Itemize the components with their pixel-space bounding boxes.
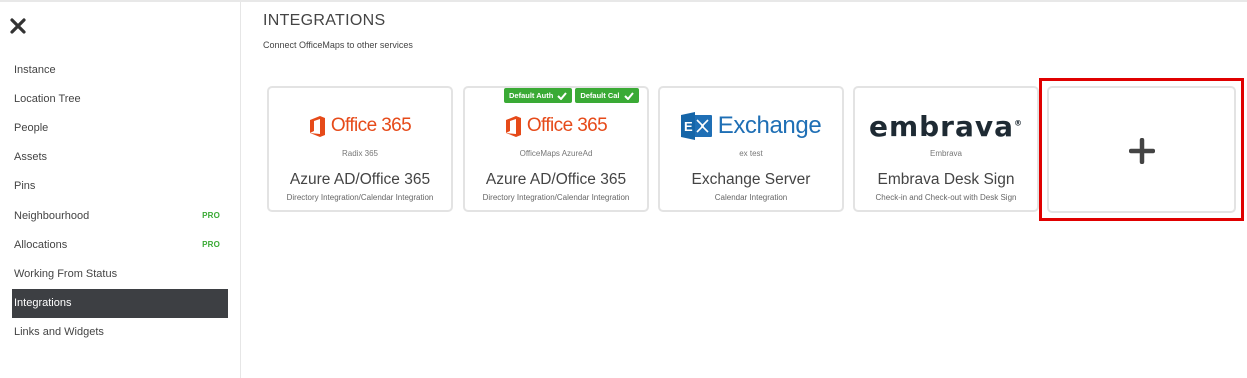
default-cal-badge: Default Cal	[575, 88, 639, 103]
sidebar-item-label: Assets	[14, 151, 48, 164]
integration-instance-name: Radix 365	[341, 149, 379, 158]
badge-label: Default Auth	[509, 91, 554, 100]
integration-name: Azure AD/Office 365	[289, 171, 431, 188]
integration-description: Check-in and Check-out with Desk Sign	[875, 193, 1017, 202]
integration-description: Calendar Integration	[714, 193, 788, 202]
sidebar-item-working-from-status[interactable]: Working From Status	[12, 259, 228, 288]
integration-instance-name: Embrava	[929, 149, 962, 158]
default-badges: Default Auth Default Cal	[504, 88, 639, 103]
sidebar-item-label: Neighbourhood	[14, 209, 90, 222]
integration-description: Directory Integration/Calendar Integrati…	[482, 193, 630, 202]
office-icon	[309, 115, 325, 137]
integration-card-radix365[interactable]: Office 365 Radix 365 Azure AD/Office 365…	[267, 86, 453, 212]
sidebar-item-people[interactable]: People	[12, 113, 228, 142]
sidebar: Instance Location Tree People Assets Pin…	[0, 2, 241, 378]
sidebar-item-allocations[interactable]: Allocations PRO	[12, 230, 228, 259]
sidebar-item-label: Integrations	[14, 297, 72, 310]
pro-badge: PRO	[202, 240, 220, 250]
sidebar-item-pins[interactable]: Pins	[12, 172, 228, 201]
office365-logo-text: Office 365	[330, 115, 412, 136]
sidebar-item-label: Instance	[14, 63, 56, 76]
sidebar-item-label: People	[14, 121, 49, 134]
integration-card-exchange[interactable]: E Exchange ex test Exchange Server Calen…	[658, 86, 844, 212]
sidebar-item-label: Pins	[14, 180, 36, 193]
office365-logo: Office 365	[269, 110, 451, 142]
office365-logo: Office 365	[465, 110, 647, 142]
badge-label: Default Cal	[580, 91, 620, 100]
exchange-logo-text: Exchange	[717, 112, 822, 139]
integration-card-officemaps-azuread[interactable]: Office 365 OfficeMaps AzureAd Azure AD/O…	[463, 86, 649, 212]
sidebar-item-label: Working From Status	[14, 267, 118, 280]
add-integration-button[interactable]	[1047, 86, 1236, 213]
integration-instance-name: ex test	[739, 149, 763, 158]
page-subtitle: Connect OfficeMaps to other services	[263, 40, 413, 50]
exchange-logo: E Exchange	[660, 110, 842, 142]
page-title: INTEGRATIONS	[263, 12, 386, 29]
sidebar-item-location-tree[interactable]: Location Tree	[12, 84, 228, 113]
embrava-logo-text: embrava	[868, 109, 1015, 143]
integration-name: Azure AD/Office 365	[485, 171, 627, 188]
sidebar-item-label: Allocations	[14, 238, 68, 251]
office-icon	[505, 115, 521, 137]
sidebar-item-links-and-widgets[interactable]: Links and Widgets	[12, 318, 228, 347]
sidebar-item-label: Location Tree	[14, 92, 81, 105]
sidebar-item-neighbourhood[interactable]: Neighbourhood PRO	[12, 201, 228, 230]
integration-name: Exchange Server	[691, 171, 811, 188]
sidebar-nav: Instance Location Tree People Assets Pin…	[12, 55, 228, 347]
close-icon[interactable]	[10, 18, 28, 36]
checkmark-icon	[557, 91, 568, 100]
office365-logo-text: Office 365	[526, 115, 608, 136]
integration-name: Embrava Desk Sign	[877, 171, 1015, 188]
exchange-icon: E	[680, 112, 712, 140]
embrava-logo: embrava®	[868, 109, 1024, 143]
integration-instance-name: OfficeMaps AzureAd	[519, 149, 593, 158]
integration-card-embrava[interactable]: embrava® Embrava Embrava Desk Sign Check…	[853, 86, 1039, 212]
pro-badge: PRO	[202, 211, 220, 221]
integration-description: Directory Integration/Calendar Integrati…	[286, 193, 434, 202]
sidebar-item-assets[interactable]: Assets	[12, 143, 228, 172]
sidebar-item-integrations[interactable]: Integrations	[12, 288, 228, 318]
default-auth-badge: Default Auth	[504, 88, 573, 103]
sidebar-item-instance[interactable]: Instance	[12, 55, 228, 84]
sidebar-item-label: Links and Widgets	[14, 326, 104, 339]
plus-icon	[1129, 138, 1155, 164]
svg-text:E: E	[684, 119, 693, 134]
checkmark-icon	[623, 91, 634, 100]
